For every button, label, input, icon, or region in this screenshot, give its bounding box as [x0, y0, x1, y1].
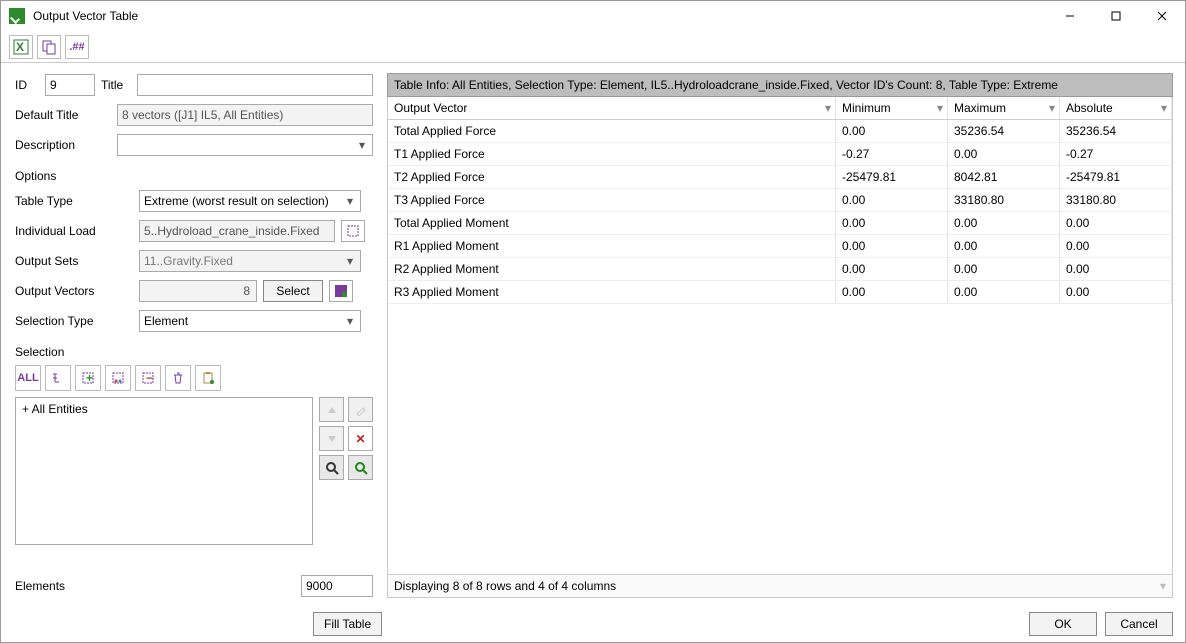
toolbar: X .##: [1, 31, 1185, 63]
table-row[interactable]: R1 Applied Moment0.000.000.00: [388, 235, 1172, 258]
id-label: ID: [15, 78, 39, 92]
zoom-green-button[interactable]: [348, 455, 373, 480]
table-type-select[interactable]: Extreme (worst result on selection)▾: [139, 190, 361, 212]
entities-list-item[interactable]: + All Entities: [22, 402, 306, 416]
id-input[interactable]: [45, 74, 95, 96]
titlebar: Output Vector Table: [1, 1, 1185, 31]
ok-button[interactable]: OK: [1029, 612, 1097, 636]
title-input[interactable]: [137, 74, 373, 96]
filter-icon[interactable]: ▾: [825, 101, 831, 115]
filter-icon[interactable]: ▾: [1160, 579, 1166, 593]
select-tree-button[interactable]: [45, 365, 71, 391]
footer: Fill Table OK Cancel: [1, 606, 1185, 642]
col-output-vector[interactable]: Output Vector▾: [388, 97, 836, 119]
svg-text:−: −: [146, 371, 153, 385]
output-vectors-count: 8: [139, 280, 257, 302]
export-excel-button[interactable]: X: [9, 35, 33, 59]
elements-input[interactable]: [301, 575, 373, 597]
edit-button: [348, 397, 373, 422]
svg-text:+: +: [86, 371, 93, 385]
col-absolute[interactable]: Absolute▾: [1060, 97, 1172, 119]
right-panel: Table Info: All Entities, Selection Type…: [381, 63, 1185, 606]
filter-icon[interactable]: ▾: [1161, 101, 1167, 115]
move-down-button: [319, 426, 344, 451]
maximize-button[interactable]: [1093, 1, 1139, 31]
col-minimum[interactable]: Minimum▾: [836, 97, 948, 119]
description-combo[interactable]: ▾: [117, 134, 373, 156]
output-vectors-label: Output Vectors: [15, 284, 133, 298]
selection-toolbar: ALL + −: [15, 365, 373, 391]
table-info-bar: Table Info: All Entities, Selection Type…: [387, 73, 1173, 97]
table-type-label: Table Type: [15, 194, 133, 208]
individual-load-pick-button[interactable]: [341, 220, 365, 242]
options-header: Options: [15, 169, 373, 183]
selection-type-select[interactable]: Element▾: [139, 310, 361, 332]
select-vectors-button[interactable]: Select: [263, 280, 323, 302]
chevron-down-icon: ▾: [342, 194, 358, 208]
individual-load-label: Individual Load: [15, 224, 133, 238]
table-row[interactable]: T2 Applied Force-25479.818042.81-25479.8…: [388, 166, 1172, 189]
left-panel: ID Title Default Title 8 vectors ([J1] I…: [1, 63, 381, 606]
default-title-value: 8 vectors ([J1] IL5, All Entities): [117, 104, 373, 126]
move-up-button: [319, 397, 344, 422]
select-rect-colors-button[interactable]: [105, 365, 131, 391]
zoom-dark-button[interactable]: [319, 455, 344, 480]
output-sets-label: Output Sets: [15, 254, 133, 268]
remove-button[interactable]: ✕: [348, 426, 373, 451]
table-row[interactable]: R2 Applied Moment0.000.000.00: [388, 258, 1172, 281]
svg-text:X: X: [16, 40, 24, 54]
select-all-button[interactable]: ALL: [15, 365, 41, 391]
results-grid: Output Vector▾ Minimum▾ Maximum▾ Absolut…: [387, 97, 1173, 575]
title-label: Title: [101, 78, 131, 92]
paste-selection-button[interactable]: [195, 365, 221, 391]
minimize-button[interactable]: [1047, 1, 1093, 31]
table-row[interactable]: R3 Applied Moment0.000.000.00: [388, 281, 1172, 304]
output-sets-select: 11..Gravity.Fixed▾: [139, 250, 361, 272]
chevron-down-icon: ▾: [354, 138, 370, 152]
selection-type-label: Selection Type: [15, 314, 133, 328]
close-button[interactable]: [1139, 1, 1185, 31]
window-title: Output Vector Table: [33, 9, 1047, 23]
default-title-label: Default Title: [15, 108, 111, 122]
fill-table-button[interactable]: Fill Table: [313, 612, 382, 636]
entities-list[interactable]: + All Entities: [15, 397, 313, 545]
table-row[interactable]: Total Applied Force0.0035236.5435236.54: [388, 120, 1172, 143]
table-row[interactable]: T3 Applied Force0.0033180.8033180.80: [388, 189, 1172, 212]
chevron-down-icon: ▾: [342, 254, 358, 268]
output-vectors-icon-button[interactable]: [329, 280, 353, 302]
app-icon: [9, 8, 25, 24]
table-row[interactable]: Total Applied Moment0.000.000.00: [388, 212, 1172, 235]
elements-label: Elements: [15, 579, 133, 593]
select-rect-remove-button[interactable]: −: [135, 365, 161, 391]
format-button[interactable]: .##: [65, 35, 89, 59]
delete-selection-button[interactable]: [165, 365, 191, 391]
select-rect-add-button[interactable]: +: [75, 365, 101, 391]
individual-load-value: 5..Hydroload_crane_inside.Fixed: [139, 220, 335, 242]
col-maximum[interactable]: Maximum▾: [948, 97, 1060, 119]
filter-icon[interactable]: ▾: [1049, 101, 1055, 115]
description-label: Description: [15, 138, 111, 152]
table-row[interactable]: T1 Applied Force-0.270.00-0.27: [388, 143, 1172, 166]
selection-header: Selection: [15, 345, 373, 359]
filter-icon[interactable]: ▾: [937, 101, 943, 115]
copy-button[interactable]: [37, 35, 61, 59]
cancel-button[interactable]: Cancel: [1105, 612, 1173, 636]
chevron-down-icon: ▾: [342, 314, 358, 328]
grid-status: Displaying 8 of 8 rows and 4 of 4 column…: [387, 575, 1173, 598]
